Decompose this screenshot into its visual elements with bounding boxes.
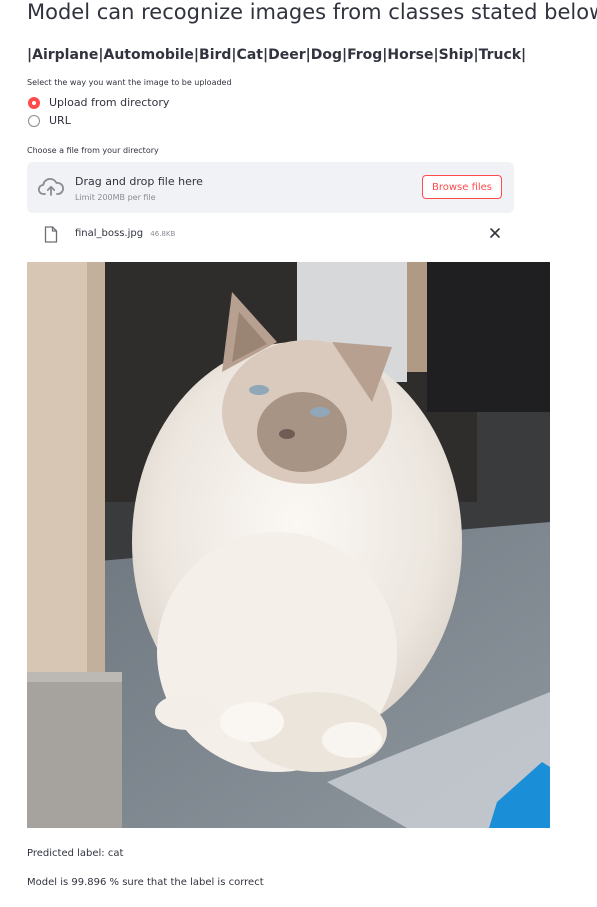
file-icon bbox=[44, 226, 58, 243]
dropzone-limit: Limit 200MB per file bbox=[75, 193, 156, 202]
predicted-label: Predicted label: cat bbox=[27, 848, 124, 859]
radio-unselected-icon[interactable] bbox=[28, 114, 40, 127]
radio-selected-icon[interactable] bbox=[28, 96, 40, 109]
file-name-text: final_boss.jpg bbox=[75, 228, 144, 239]
upload-mode-label: Select the way you want the image to be … bbox=[27, 78, 232, 87]
cloud-upload-icon bbox=[38, 178, 64, 196]
radio-upload-directory[interactable]: Upload from directory bbox=[28, 96, 169, 109]
page-title: Model can recognize images from classes … bbox=[27, 0, 597, 24]
close-icon[interactable] bbox=[489, 227, 501, 239]
cat-photo-illustration bbox=[27, 262, 550, 828]
classes-list: |Airplane|Automobile|Bird|Cat|Deer|Dog|F… bbox=[27, 47, 527, 63]
file-size: 46.8KB bbox=[150, 230, 176, 238]
uploaded-file-row: final_boss.jpg 46.8KB bbox=[27, 222, 514, 246]
file-uploader-label: Choose a file from your directory bbox=[27, 146, 159, 155]
browse-files-button[interactable]: Browse files bbox=[422, 175, 502, 199]
radio-url[interactable]: URL bbox=[28, 114, 71, 127]
file-dropzone[interactable]: Drag and drop file here Limit 200MB per … bbox=[27, 162, 514, 213]
confidence-text: Model is 99.896 % sure that the label is… bbox=[27, 877, 264, 888]
uploaded-image bbox=[27, 262, 550, 828]
dropzone-instructions: Drag and drop file here bbox=[75, 175, 203, 188]
uploaded-file-name: final_boss.jpg 46.8KB bbox=[75, 228, 175, 239]
radio-label: URL bbox=[49, 114, 71, 127]
radio-label: Upload from directory bbox=[49, 96, 170, 109]
